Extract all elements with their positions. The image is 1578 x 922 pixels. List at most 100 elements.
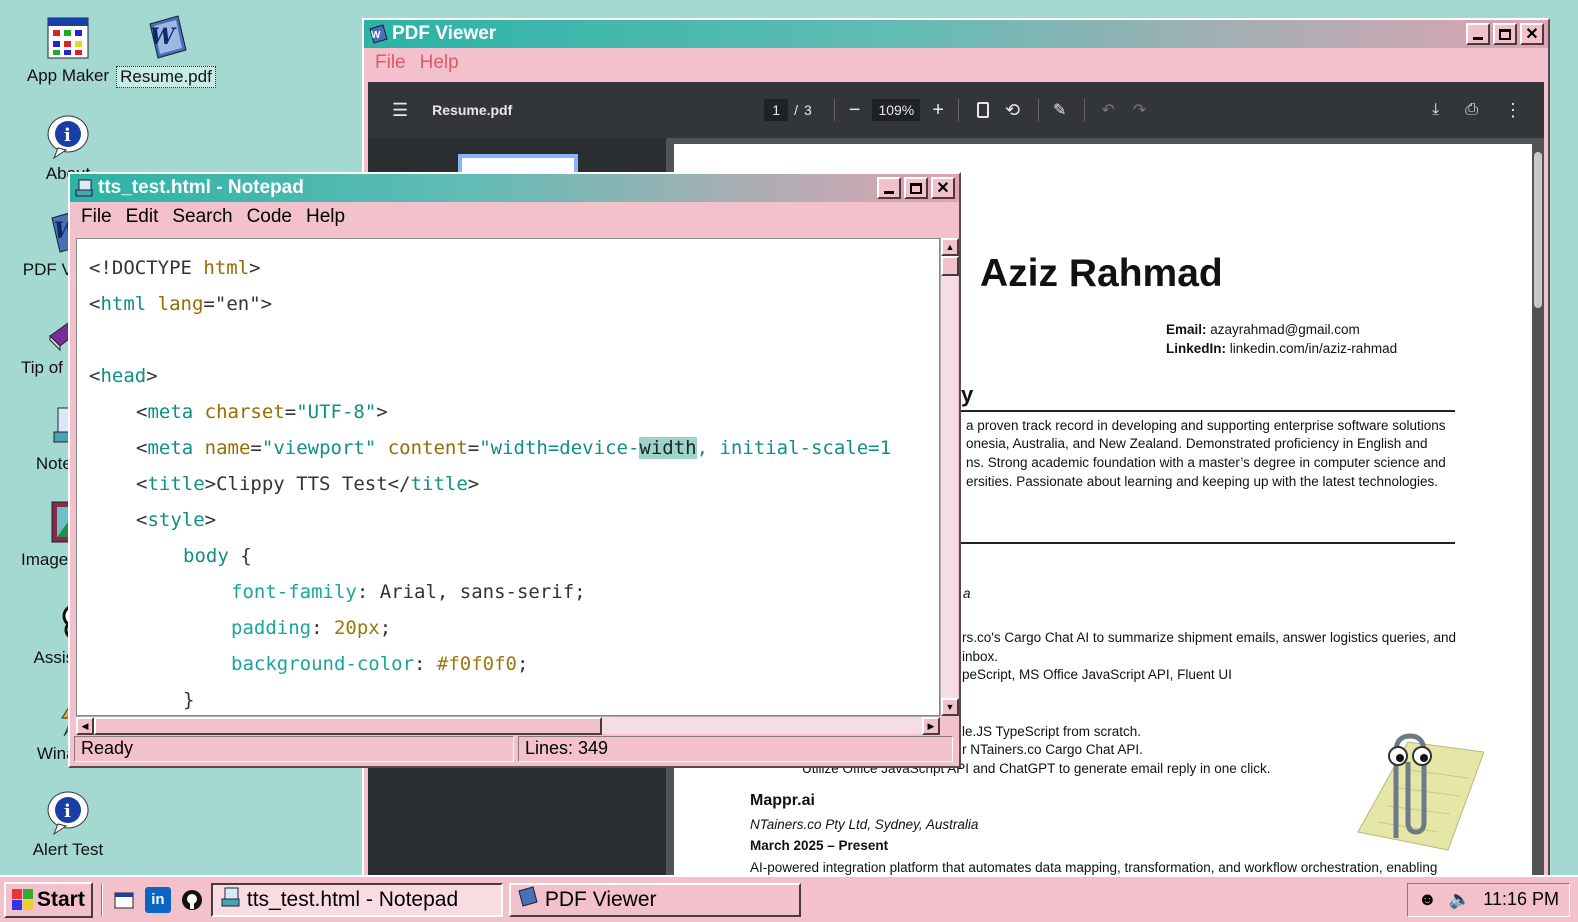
maximize-button[interactable] <box>1493 23 1517 45</box>
code-token: < <box>136 509 148 531</box>
page-number-input[interactable]: 1 <box>764 99 789 121</box>
code-editor[interactable]: <!DOCTYPE html> <html lang="en"> <head> … <box>76 238 940 716</box>
menu-help[interactable]: Help <box>299 206 352 228</box>
scrollbar-thumb[interactable] <box>941 256 959 276</box>
job-title: Mappr.ai <box>750 792 815 809</box>
pdf-viewer-titlebar[interactable]: W PDF Viewer ✕ <box>364 20 1548 48</box>
download-icon[interactable]: ⤓ <box>1432 101 1439 119</box>
summary-line: ns. Strong academic foundation with a ma… <box>966 455 1446 470</box>
zoom-out-button[interactable]: − <box>849 99 861 122</box>
menu-file[interactable]: File <box>368 52 413 74</box>
fit-page-icon[interactable] <box>976 102 989 118</box>
start-button[interactable]: Start <box>4 881 93 918</box>
code-token: charset <box>193 401 285 423</box>
linkedin-value: linkedin.com/in/aziz-rahmad <box>1229 341 1398 356</box>
code-token: <!DOCTYPE <box>89 257 204 279</box>
code-token: > <box>249 257 261 279</box>
code-token: meta <box>147 401 194 423</box>
svg-text:i: i <box>64 801 71 822</box>
close-icon: ✕ <box>1525 26 1539 43</box>
horizontal-scrollbar[interactable]: ◀ ▶ <box>76 716 940 735</box>
menu-code[interactable]: Code <box>240 206 299 228</box>
taskbar-divider <box>100 883 103 916</box>
code-line: <html lang="en"> <box>89 293 272 315</box>
window-title: tts_test.html - Notepad <box>98 177 304 198</box>
summary-line: ersities. Passionate about learning and … <box>966 474 1439 489</box>
vertical-scrollbar[interactable]: ▲ ▼ <box>940 238 959 716</box>
volume-icon[interactable]: 🔈 <box>1449 889 1471 910</box>
experience-line: peScript, MS Office JavaScript API, Flue… <box>962 667 1232 682</box>
scroll-up-icon[interactable]: ▲ <box>941 238 959 256</box>
taskbar-task-notepad[interactable]: tts_test.html - Notepad <box>210 882 503 917</box>
code-token: "viewport" <box>261 437 377 459</box>
code-token: title <box>410 473 468 495</box>
page-separator: / <box>794 102 798 118</box>
code-line: } <box>183 689 194 711</box>
linkedin-icon[interactable]: in <box>144 886 171 913</box>
email-label: Email: <box>1166 322 1207 337</box>
pdf-scrollbar-thumb[interactable] <box>1534 152 1542 308</box>
desktop-icon-resume-pdf[interactable]: W Resume.pdf <box>116 14 216 88</box>
scrollbar-thumb[interactable] <box>94 717 602 735</box>
quicklaunch-app-icon[interactable] <box>111 887 137 913</box>
toolbar-divider <box>833 99 835 121</box>
scroll-down-icon[interactable]: ▼ <box>941 698 959 716</box>
code-token: > <box>146 365 158 387</box>
menu-help[interactable]: Help <box>413 52 466 74</box>
assistant-tray-icon[interactable]: ☻ <box>1418 889 1437 910</box>
taskbar-task-pdf-viewer[interactable]: PDF Viewer <box>508 882 801 917</box>
scroll-right-icon[interactable]: ▶ <box>922 717 940 735</box>
summary-line: onesia, Australia, and New Zealand. Demo… <box>966 436 1428 451</box>
maximize-button[interactable] <box>904 177 928 199</box>
clippy-assistant[interactable] <box>1338 722 1485 856</box>
code-line: <meta charset="UTF-8"> <box>136 401 388 423</box>
task-label: tts_test.html - Notepad <box>246 887 459 911</box>
menu-edit[interactable]: Edit <box>119 206 166 228</box>
code-token: { <box>228 545 252 567</box>
start-label: Start <box>37 887 85 911</box>
experience-line: r NTainers.co Cargo Chat API. <box>962 742 1143 757</box>
github-icon[interactable] <box>179 887 205 913</box>
close-icon: ✕ <box>936 180 950 197</box>
desktop-icon-label: App Maker <box>26 66 110 85</box>
zoom-in-button[interactable]: + <box>932 99 944 122</box>
minimize-icon <box>1473 36 1483 40</box>
task-label: PDF Viewer <box>544 887 657 911</box>
code-token: ; <box>517 653 529 675</box>
code-token: font-family <box>231 581 357 603</box>
rotate-icon[interactable]: ⟲ <box>1005 100 1020 121</box>
window-title: PDF Viewer <box>392 23 497 44</box>
section-rule <box>961 542 1455 544</box>
undo-icon[interactable]: ↶ <box>1101 100 1114 120</box>
contact-linkedin: LinkedIn: linkedin.com/in/aziz-rahmad <box>1166 341 1397 356</box>
minimize-button[interactable] <box>1466 23 1490 45</box>
menu-search[interactable]: Search <box>165 206 239 228</box>
sidebar-toggle-icon[interactable]: ☰ <box>392 100 408 121</box>
code-token: padding <box>231 617 312 639</box>
close-button[interactable]: ✕ <box>1520 23 1544 45</box>
close-button[interactable]: ✕ <box>931 177 955 199</box>
desktop-icon-alert-test[interactable]: i Alert Test <box>18 788 118 860</box>
print-icon[interactable]: ⎙ <box>1465 101 1478 119</box>
code-token: #f0f0f0 <box>436 653 517 675</box>
desktop-icon-label: Alert Test <box>32 840 104 859</box>
section-rule <box>961 410 1455 412</box>
annotate-icon[interactable]: ✎ <box>1053 100 1066 120</box>
more-options-icon[interactable]: ⋮ <box>1504 100 1522 121</box>
svg-text:W: W <box>150 24 177 50</box>
code-token: : <box>311 617 334 639</box>
system-tray: ☻ 🔈 11:16 PM <box>1406 882 1570 917</box>
clock[interactable]: 11:16 PM <box>1483 889 1559 910</box>
scroll-left-icon[interactable]: ◀ <box>76 717 94 735</box>
menu-file[interactable]: File <box>74 206 119 228</box>
desktop-icon-label: Resume.pdf <box>116 66 216 88</box>
code-line: <meta name="viewport" content="width=dev… <box>136 437 891 459</box>
zoom-input[interactable]: 109% <box>872 99 921 121</box>
code-token: > <box>467 473 480 495</box>
minimize-button[interactable] <box>877 177 901 199</box>
svg-text:i: i <box>64 125 71 146</box>
redo-icon[interactable]: ↷ <box>1133 100 1146 120</box>
notepad-titlebar[interactable]: tts_test.html - Notepad ✕ <box>70 174 959 202</box>
experience-line: le.JS TypeScript from scratch. <box>962 724 1142 739</box>
desktop-icon-app-maker[interactable]: App Maker <box>18 14 118 86</box>
